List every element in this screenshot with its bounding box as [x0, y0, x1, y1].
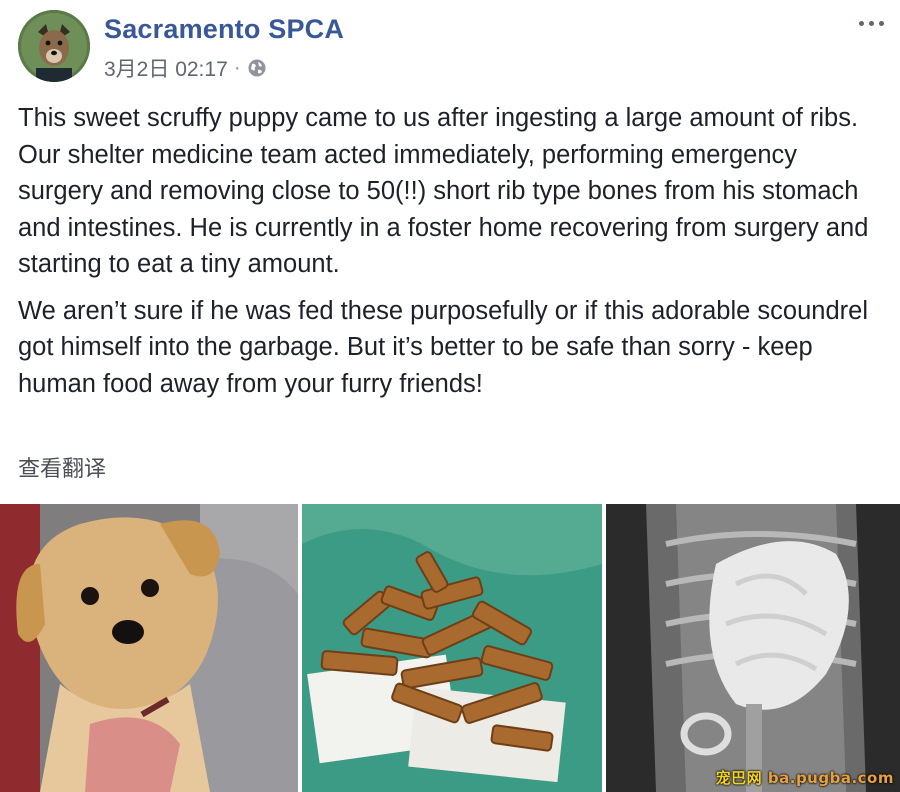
post-message: This sweet scruffy puppy came to us afte… [18, 100, 878, 402]
post-paragraph: This sweet scruffy puppy came to us afte… [18, 104, 869, 278]
photo-bones[interactable] [302, 504, 602, 792]
more-dot [868, 20, 874, 26]
post-paragraph: We aren’t sure if he was fed these purpo… [18, 296, 868, 398]
photo-grid: 宠巴网 ba.pugba.com [0, 504, 900, 792]
page-name-link[interactable]: Sacramento SPCA [104, 14, 344, 45]
photo-puppy[interactable] [0, 504, 298, 792]
meta-separator: · [233, 56, 241, 79]
post-meta: 3月2日 02:17 · [104, 53, 267, 83]
globe-icon[interactable] [247, 58, 267, 78]
more-dot [858, 20, 864, 26]
facebook-post: Sacramento SPCA 3月2日 02:17 · This sweet … [0, 0, 900, 792]
watermark-cn: 宠巴网 [715, 769, 763, 787]
see-translation-link[interactable]: 查看翻译 [18, 451, 106, 483]
more-dot [878, 20, 884, 26]
photo-xray[interactable] [606, 504, 900, 792]
watermark-url: ba.pugba.com [767, 769, 894, 787]
more-options-icon[interactable] [856, 12, 886, 34]
watermark: 宠巴网 ba.pugba.com [716, 767, 894, 788]
page-avatar[interactable] [18, 10, 90, 82]
timestamp-link[interactable]: 3月2日 02:17 [104, 53, 228, 83]
